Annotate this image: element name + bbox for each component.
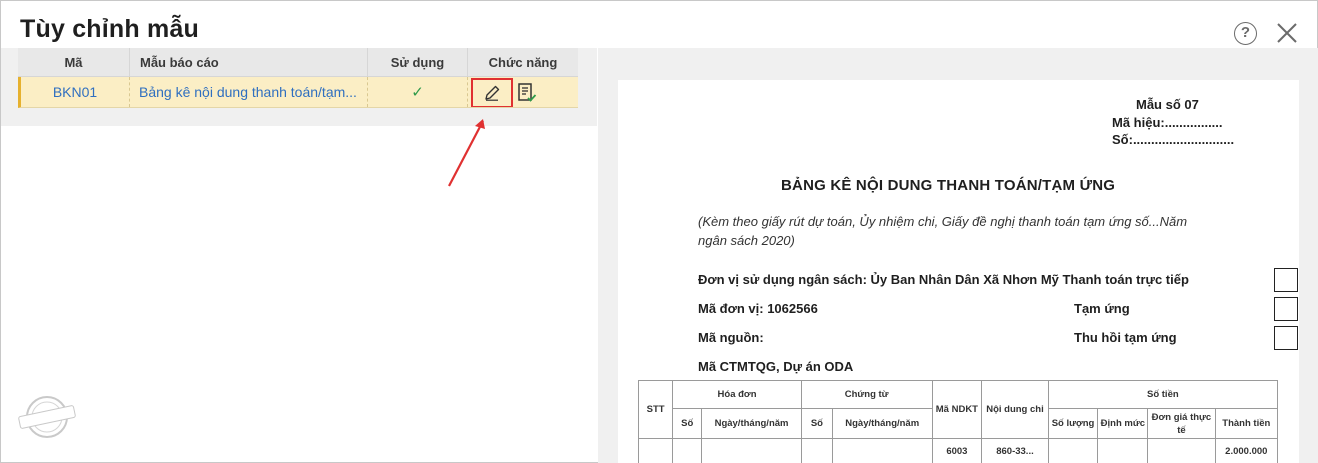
th-spending-content: Nội dung chi	[981, 380, 1049, 439]
report-subtitle: (Kèm theo giấy rút dự toán, Ủy nhiệm chi…	[698, 214, 1188, 248]
source-code: Mã nguồn:	[698, 330, 764, 345]
edit-template-button[interactable]	[471, 78, 513, 107]
cell-unit-price	[1147, 438, 1216, 463]
sample-data-watermark-logo	[18, 396, 76, 438]
advance-recovery-checkbox	[1274, 326, 1298, 350]
program-code: Mã CTMTQG, Dự án ODA	[698, 359, 854, 374]
cell-invoice-date	[701, 438, 802, 463]
form-number: Mẫu số 07	[1136, 97, 1199, 112]
direct-payment-checkbox	[1274, 268, 1298, 292]
cell-stt	[637, 438, 674, 463]
cell-ndkt-code: 6003	[931, 438, 983, 463]
row-used-check-icon: ✓	[368, 77, 468, 107]
cell-total: 2.000.000	[1214, 438, 1279, 463]
form-code: Mã hiệu:................	[1112, 115, 1223, 130]
close-icon[interactable]	[1274, 20, 1300, 46]
pencil-edit-icon	[485, 85, 500, 101]
report-table: STT Hóa đơn Chứng từ Mã NDKT Nội dung ch…	[637, 380, 1279, 463]
cell-norm	[1097, 438, 1149, 463]
th-stt: STT	[637, 380, 674, 439]
advance-checkbox	[1274, 297, 1298, 321]
th-unit-price: Đơn giá thực tế	[1147, 408, 1216, 439]
th-invoice-date: Ngày/tháng/năm	[701, 408, 802, 439]
th-voucher-date: Ngày/tháng/năm	[831, 408, 933, 439]
row-code[interactable]: BKN01	[21, 77, 130, 107]
th-voucher-number: Số	[800, 408, 833, 439]
cell-invoice-number	[672, 438, 703, 463]
th-invoice-number: Số	[672, 408, 703, 439]
document-check-icon[interactable]	[516, 82, 538, 104]
row-actions	[468, 77, 578, 107]
column-header-template[interactable]: Mẫu báo cáo	[130, 48, 368, 76]
th-amount: Số tiền	[1047, 380, 1279, 409]
cell-voucher-number	[800, 438, 833, 463]
th-ndkt-code: Mã NDKT	[931, 380, 983, 439]
form-serial: Số:............................	[1112, 132, 1235, 147]
budget-unit: Đơn vị sử dụng ngân sách: Ủy Ban Nhân Dâ…	[698, 272, 1189, 287]
template-list-panel: Mã Mẫu báo cáo Sử dụng Chức năng BKN01 B…	[1, 48, 597, 126]
th-quantity: Số lượng	[1047, 408, 1099, 439]
template-grid: Mã Mẫu báo cáo Sử dụng Chức năng BKN01 B…	[18, 48, 578, 108]
report-preview-paper: Mẫu số 07 Mã hiệu:................ Số:..…	[618, 80, 1299, 463]
annotation-arrow-icon	[448, 119, 485, 187]
report-title: BẢNG KÊ NỘI DUNG THANH TOÁN/TẠM ỨNG	[781, 177, 1116, 194]
column-header-code[interactable]: Mã	[18, 48, 130, 76]
advance-recovery-label: Thu hồi tạm ứng	[1074, 330, 1177, 345]
table-row[interactable]: BKN01 Bảng kê nội dung thanh toán/tạm...…	[18, 77, 578, 108]
row-template-name[interactable]: Bảng kê nội dung thanh toán/tạm...	[130, 77, 368, 107]
unit-code: Mã đơn vị: 1062566	[698, 301, 818, 316]
column-header-functions[interactable]: Chức năng	[468, 48, 578, 76]
grid-header: Mã Mẫu báo cáo Sử dụng Chức năng	[18, 48, 578, 77]
th-total: Thành tiền	[1214, 408, 1279, 439]
dialog-title: Tùy chỉnh mẫu	[20, 15, 200, 43]
column-header-used[interactable]: Sử dụng	[368, 48, 468, 76]
cell-spending-content: 860-33...	[981, 438, 1049, 463]
customize-template-dialog: Tùy chỉnh mẫu ? Mã Mẫu báo cáo Sử dụng C…	[0, 0, 1318, 463]
th-voucher: Chứng từ	[800, 380, 933, 409]
th-norm: Định mức	[1097, 408, 1149, 439]
advance-label: Tạm ứng	[1074, 301, 1130, 316]
help-circle-icon[interactable]: ?	[1234, 22, 1257, 45]
cell-quantity	[1047, 438, 1099, 463]
th-invoice: Hóa đơn	[672, 380, 802, 409]
cell-voucher-date	[831, 438, 933, 463]
